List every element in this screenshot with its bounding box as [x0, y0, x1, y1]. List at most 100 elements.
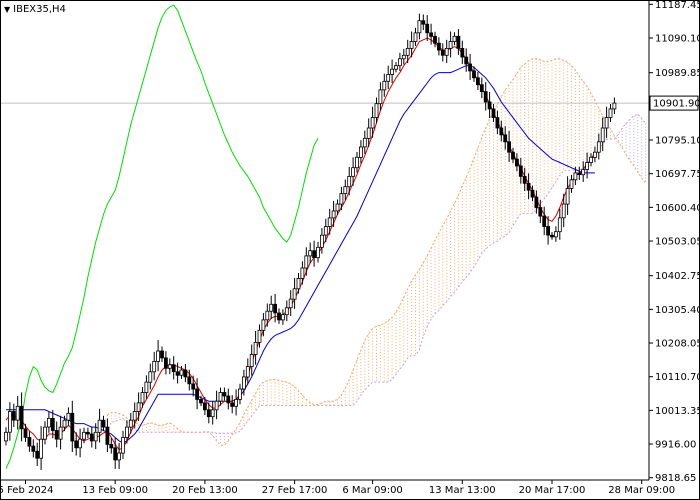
candle [464, 48, 469, 72]
candle-body [273, 303, 278, 314]
candle-body [11, 411, 16, 421]
candle-body [347, 175, 352, 188]
x-tick-label: 20 Feb 13:00 [172, 485, 238, 496]
candle-body [487, 101, 492, 110]
candle [358, 140, 363, 164]
y-tick-label: 10110.70 [655, 372, 700, 383]
candle-body [421, 20, 426, 25]
candle-body [425, 23, 430, 34]
senkou-span-b [106, 113, 646, 434]
candle [54, 421, 59, 448]
y-tick-label: 10305.40 [655, 305, 700, 316]
candle-body [82, 431, 86, 440]
candle [35, 442, 40, 466]
candle [66, 407, 71, 426]
candle [417, 13, 422, 40]
candle [152, 351, 157, 381]
y-tick-label: 10795.10 [655, 136, 700, 147]
candle [218, 387, 223, 406]
candle-body [507, 141, 512, 153]
candle [475, 71, 480, 90]
candle-body [409, 41, 414, 49]
candle-body [257, 329, 262, 343]
candle [460, 40, 465, 64]
candle-body [54, 430, 59, 440]
candle-body [331, 210, 336, 219]
candle-body [109, 443, 114, 449]
candle [280, 309, 285, 325]
candle-body [397, 58, 402, 67]
candle-body [316, 246, 320, 259]
candle [4, 427, 8, 446]
candle-body [374, 103, 379, 118]
candle [491, 104, 496, 122]
candle [557, 208, 562, 240]
candle [15, 396, 20, 430]
candle [503, 126, 508, 150]
candle-body [448, 41, 453, 49]
candle-body [475, 77, 480, 86]
candle-body [460, 48, 465, 58]
candle-body [136, 402, 141, 412]
candle [171, 356, 176, 380]
candle [386, 65, 391, 89]
candle [518, 157, 523, 184]
candle-body [554, 231, 558, 238]
x-tick-label: 20 Mar 17:00 [519, 485, 586, 496]
candle-body [596, 141, 601, 153]
candle-body [167, 364, 172, 369]
candle [436, 37, 441, 56]
candle [425, 15, 430, 41]
candle-body [163, 357, 168, 369]
candle-body [195, 388, 200, 400]
candle-body [542, 215, 547, 227]
candle-body [585, 162, 589, 170]
candle-body [15, 405, 20, 421]
candle [70, 400, 75, 453]
candle [429, 23, 434, 45]
candle-body [358, 146, 363, 158]
candle [394, 62, 398, 73]
candle-body [491, 108, 496, 118]
candle [581, 161, 586, 182]
candle-body [288, 298, 293, 309]
candle-body [148, 371, 153, 383]
candle [269, 295, 274, 319]
candle-body [292, 288, 297, 300]
candle [487, 92, 492, 118]
candle-body [160, 350, 164, 359]
candle-body [468, 63, 473, 72]
candle-body [557, 217, 562, 233]
candle [577, 166, 582, 180]
candle-body [222, 392, 227, 397]
candle [132, 402, 137, 429]
x-tick-label: 6 Mar 09:00 [342, 485, 402, 496]
candle [11, 403, 16, 428]
candle [245, 358, 250, 385]
candle [534, 190, 539, 214]
candle-body [581, 169, 586, 176]
candle-body [546, 226, 550, 236]
candle [144, 375, 149, 399]
candle-body [199, 398, 203, 404]
candle [39, 426, 43, 470]
candle [444, 39, 449, 64]
candle-body [351, 167, 356, 177]
candle-body [593, 151, 597, 158]
candle-body [183, 369, 188, 378]
candle-body [526, 182, 531, 191]
candle-body [58, 426, 63, 440]
candle-body [522, 175, 527, 184]
candle [526, 173, 531, 200]
candle-body [125, 426, 129, 438]
candle [288, 290, 293, 316]
candle-body [7, 411, 12, 433]
candle-body [230, 402, 235, 407]
candle-body [66, 412, 71, 421]
candle [440, 43, 445, 62]
candle-body [93, 431, 98, 442]
candle-body [495, 117, 500, 129]
candle-body [210, 409, 215, 418]
candle-body [515, 158, 519, 167]
candle [253, 331, 258, 365]
